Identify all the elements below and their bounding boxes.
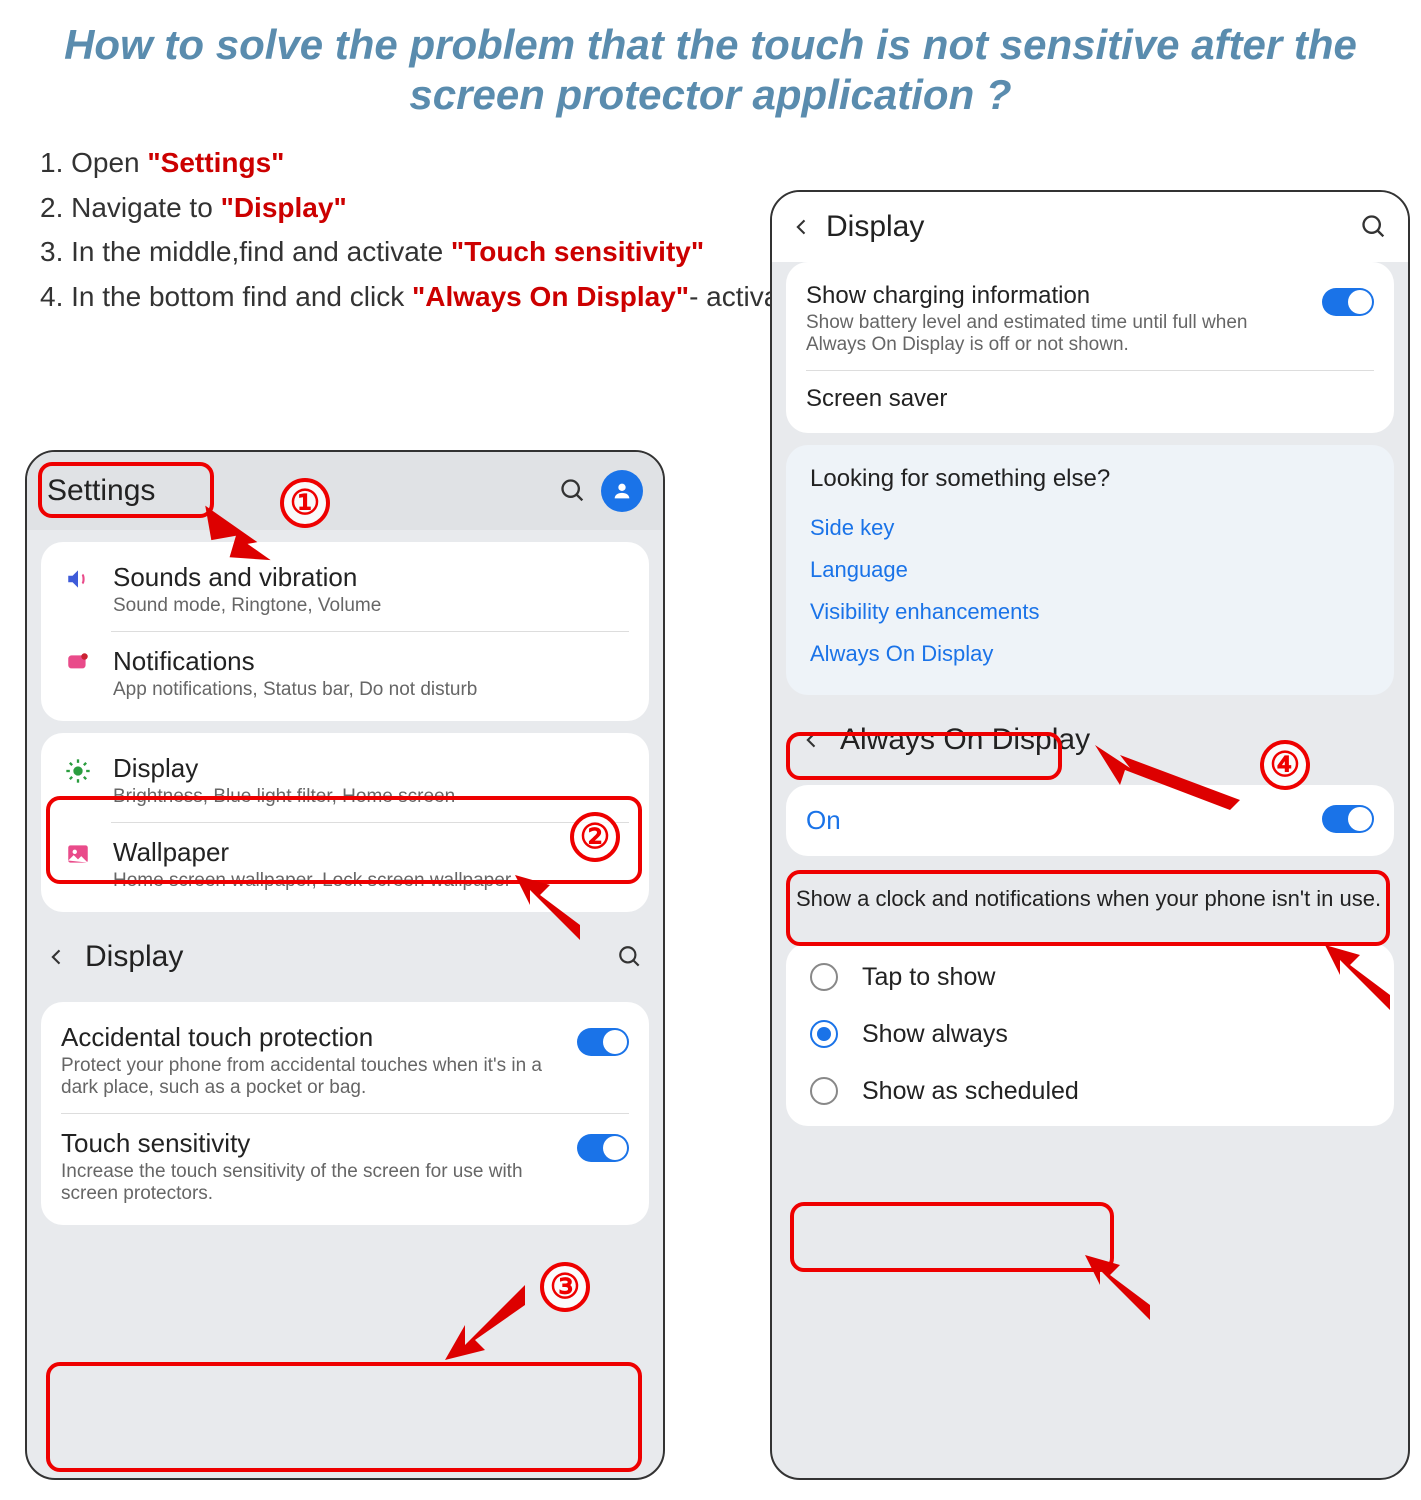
wallpaper-row[interactable]: Wallpaper Home screen wallpaper, Lock sc… <box>41 823 649 906</box>
link-visibility[interactable]: Visibility enhancements <box>810 591 1370 633</box>
row-subtitle: Sound mode, Ringtone, Volume <box>113 595 629 617</box>
display-card: Show charging information Show battery l… <box>786 262 1394 433</box>
avatar-icon[interactable] <box>601 470 643 512</box>
settings-group-1: Sounds and vibration Sound mode, Rington… <box>41 542 649 721</box>
touch-sensitivity-row[interactable]: Touch sensitivity Increase the touch sen… <box>41 1114 649 1219</box>
link-language[interactable]: Language <box>810 549 1370 591</box>
settings-group-2: Display Brightness, Blue light filter, H… <box>41 733 649 912</box>
notification-icon <box>61 650 95 676</box>
row-title: Accidental touch protection <box>61 1022 559 1053</box>
on-label: On <box>806 805 1304 836</box>
aod-header-bar: Always On Display <box>772 707 1408 773</box>
charging-info-row[interactable]: Show charging information Show battery l… <box>786 268 1394 370</box>
search-icon[interactable] <box>559 477 587 505</box>
aod-options-card: Tap to show Show always Show as schedule… <box>786 943 1394 1126</box>
search-icon[interactable] <box>1360 213 1388 241</box>
radio-checked-icon <box>810 1020 838 1048</box>
link-always-on-display[interactable]: Always On Display <box>810 633 1370 675</box>
step-text: 3. In the middle,find and activate <box>40 236 451 267</box>
suggestions-card: Looking for something else? Side key Lan… <box>786 445 1394 695</box>
notifications-row[interactable]: Notifications App notifications, Status … <box>41 632 649 715</box>
phone-mock-left: Settings Sounds and vibration Sound mode… <box>25 450 665 1480</box>
step-highlight: "Display" <box>221 192 347 223</box>
row-title: Show charging information <box>806 282 1304 310</box>
radio-unchecked-icon <box>810 963 838 991</box>
row-subtitle: Show battery level and estimated time un… <box>806 312 1304 356</box>
aod-title: Always On Display <box>840 723 1388 757</box>
accidental-touch-toggle[interactable] <box>577 1028 629 1056</box>
step-highlight: "Touch sensitivity" <box>451 236 704 267</box>
aod-on-row[interactable]: On <box>786 791 1394 850</box>
wallpaper-icon <box>61 841 95 867</box>
back-icon[interactable] <box>47 947 67 967</box>
accidental-touch-row[interactable]: Accidental touch protection Protect your… <box>41 1008 649 1113</box>
row-subtitle: Increase the touch sensitivity of the sc… <box>61 1161 559 1205</box>
aod-toggle[interactable] <box>1322 805 1374 833</box>
row-title: Sounds and vibration <box>113 562 629 593</box>
step-text: 4. In the bottom find and click <box>40 281 412 312</box>
step-text: 2. Navigate to <box>40 192 221 223</box>
link-side-key[interactable]: Side key <box>810 507 1370 549</box>
phone-mock-right: Display Show charging information Show b… <box>770 190 1410 1480</box>
display-page-header: Display <box>27 924 663 990</box>
back-icon[interactable] <box>802 730 822 750</box>
display-row[interactable]: Display Brightness, Blue light filter, H… <box>41 739 649 822</box>
step-text: 1. Open <box>40 147 147 178</box>
page-title: How to solve the problem that the touch … <box>0 0 1421 131</box>
aod-on-card: On <box>786 785 1394 856</box>
settings-header: Settings <box>27 452 663 530</box>
back-icon[interactable] <box>792 217 812 237</box>
row-subtitle: Protect your phone from accidental touch… <box>61 1055 559 1099</box>
option-show-scheduled[interactable]: Show as scheduled <box>786 1063 1394 1120</box>
row-title: Screen saver <box>806 385 947 413</box>
radio-unchecked-icon <box>810 1077 838 1105</box>
row-title: Display <box>113 753 629 784</box>
display-icon <box>61 757 95 785</box>
settings-title: Settings <box>47 474 545 508</box>
suggest-heading: Looking for something else? <box>810 465 1370 493</box>
row-subtitle: Home screen wallpaper, Lock screen wallp… <box>113 870 629 892</box>
aod-description: Show a clock and notifications when your… <box>772 868 1408 931</box>
row-title: Touch sensitivity <box>61 1128 559 1159</box>
row-title: Notifications <box>113 646 629 677</box>
display-title: Display <box>826 210 1346 244</box>
screensaver-row[interactable]: Screen saver <box>786 371 1394 427</box>
option-show-always[interactable]: Show always <box>786 1006 1394 1063</box>
search-icon[interactable] <box>617 944 643 970</box>
touch-sensitivity-toggle[interactable] <box>577 1134 629 1162</box>
charging-toggle[interactable] <box>1322 288 1374 316</box>
option-label: Show as scheduled <box>862 1077 1079 1106</box>
option-tap-to-show[interactable]: Tap to show <box>786 949 1394 1006</box>
sound-icon <box>61 566 95 592</box>
display-settings-card: Accidental touch protection Protect your… <box>41 1002 649 1225</box>
row-title: Wallpaper <box>113 837 629 868</box>
sounds-row[interactable]: Sounds and vibration Sound mode, Rington… <box>41 548 649 631</box>
row-subtitle: Brightness, Blue light filter, Home scre… <box>113 786 629 808</box>
step-highlight: "Settings" <box>147 147 284 178</box>
display-header: Display <box>772 192 1408 262</box>
step-highlight: "Always On Display" <box>412 281 689 312</box>
display-header-title: Display <box>85 940 599 974</box>
row-subtitle: App notifications, Status bar, Do not di… <box>113 679 629 701</box>
option-label: Tap to show <box>862 963 995 992</box>
option-label: Show always <box>862 1020 1008 1049</box>
